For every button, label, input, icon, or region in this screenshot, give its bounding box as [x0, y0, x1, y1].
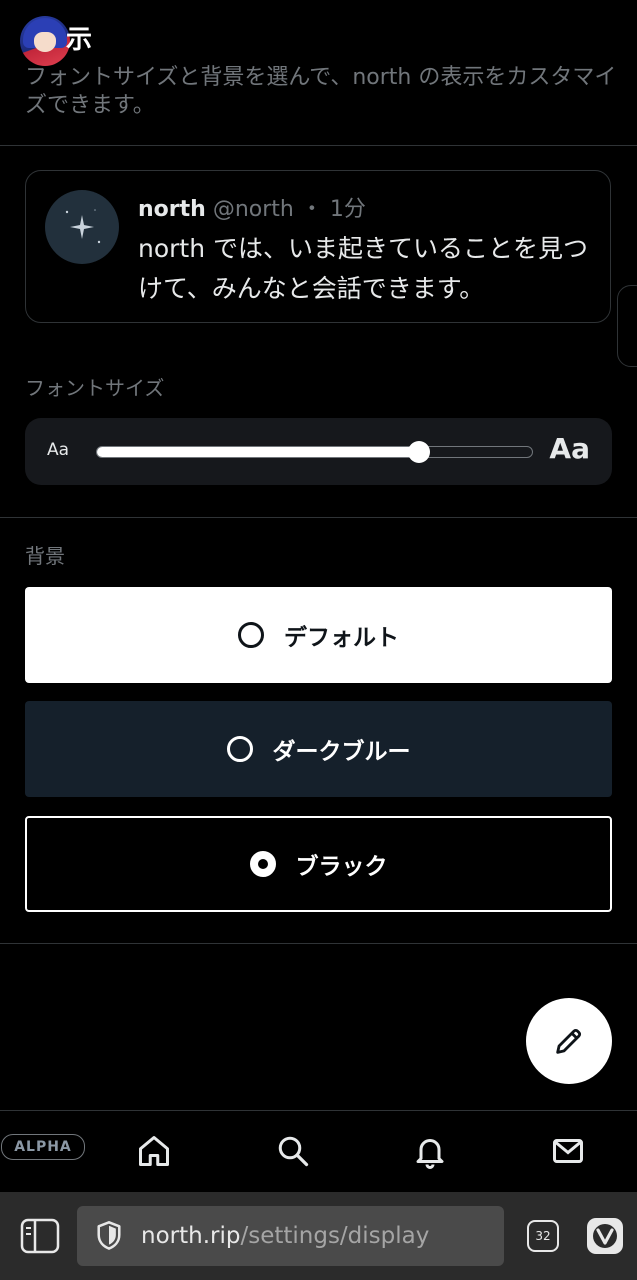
section-divider	[0, 943, 637, 944]
background-option-default[interactable]: デフォルト	[25, 587, 612, 683]
background-option-label: ダークブルー	[272, 739, 411, 765]
font-size-slider[interactable]	[96, 441, 533, 463]
radio-unselected-icon[interactable]	[226, 736, 253, 762]
background-option-label: デフォルト	[284, 625, 399, 651]
slider-thumb[interactable]	[407, 441, 430, 463]
bottom-navigation: ALPHA	[0, 1110, 637, 1193]
preview-timestamp: 1分	[329, 197, 366, 222]
user-avatar[interactable]	[20, 16, 70, 66]
preview-display-name: north	[138, 197, 206, 222]
page-header: 示 フォントサイズと背景を選んで、north の表示をカスタマイズできます。	[0, 0, 637, 146]
north-logo-avatar	[45, 190, 119, 264]
font-size-large-label: Aa	[549, 432, 590, 465]
bell-icon[interactable]	[412, 1133, 448, 1169]
sidebar-panel-icon[interactable]	[20, 1218, 60, 1254]
url-path: /settings/display	[240, 1223, 430, 1249]
background-label: 背景	[25, 544, 65, 568]
section-divider	[0, 517, 637, 518]
shield-icon[interactable]	[95, 1220, 123, 1252]
slider-fill	[97, 447, 419, 457]
address-bar[interactable]: north.rip/settings/display	[77, 1206, 504, 1266]
home-icon[interactable]	[136, 1133, 172, 1169]
background-option-dark-blue[interactable]: ダークブルー	[25, 701, 612, 797]
browser-toolbar: north.rip/settings/display 32	[0, 1192, 637, 1280]
vivaldi-logo-icon	[593, 1224, 617, 1248]
sparkle-icon	[65, 209, 101, 244]
avatar-face	[34, 32, 56, 52]
radio-selected-icon[interactable]	[249, 851, 276, 877]
pencil-icon	[556, 1028, 582, 1054]
font-size-small-label: Aa	[47, 440, 70, 460]
preview-separator: ・	[300, 197, 323, 222]
preview-meta: north @north ・ 1分	[138, 195, 366, 225]
url-domain: north.rip	[141, 1223, 241, 1249]
side-drawer-handle[interactable]	[617, 285, 637, 367]
display-settings-page: 示 フォントサイズと背景を選んで、north の表示をカスタマイズできます。 n…	[0, 0, 637, 1280]
font-size-panel: Aa Aa	[25, 418, 612, 485]
background-option-black[interactable]: ブラック	[25, 816, 612, 912]
browser-menu-button[interactable]	[587, 1218, 623, 1254]
search-icon[interactable]	[275, 1133, 311, 1169]
preview-post-card: north @north ・ 1分 north では、いま起きていることを見つけ…	[25, 170, 611, 323]
font-size-label: フォントサイズ	[25, 376, 165, 400]
preview-post-text: north では、いま起きていることを見つけて、みんなと会話できます。	[138, 234, 589, 303]
compose-button[interactable]	[526, 998, 612, 1084]
mail-icon[interactable]	[550, 1133, 586, 1169]
page-title: 示	[66, 25, 93, 55]
url-text: north.rip/settings/display	[141, 1222, 429, 1250]
page-description: フォントサイズと背景を選んで、north の表示をカスタマイズできます。	[25, 65, 617, 118]
background-option-label: ブラック	[295, 854, 388, 880]
radio-unselected-icon[interactable]	[238, 622, 264, 648]
preview-handle: @north	[212, 197, 294, 222]
alpha-badge: ALPHA	[1, 1134, 85, 1160]
tab-switcher-button[interactable]: 32	[527, 1220, 559, 1252]
